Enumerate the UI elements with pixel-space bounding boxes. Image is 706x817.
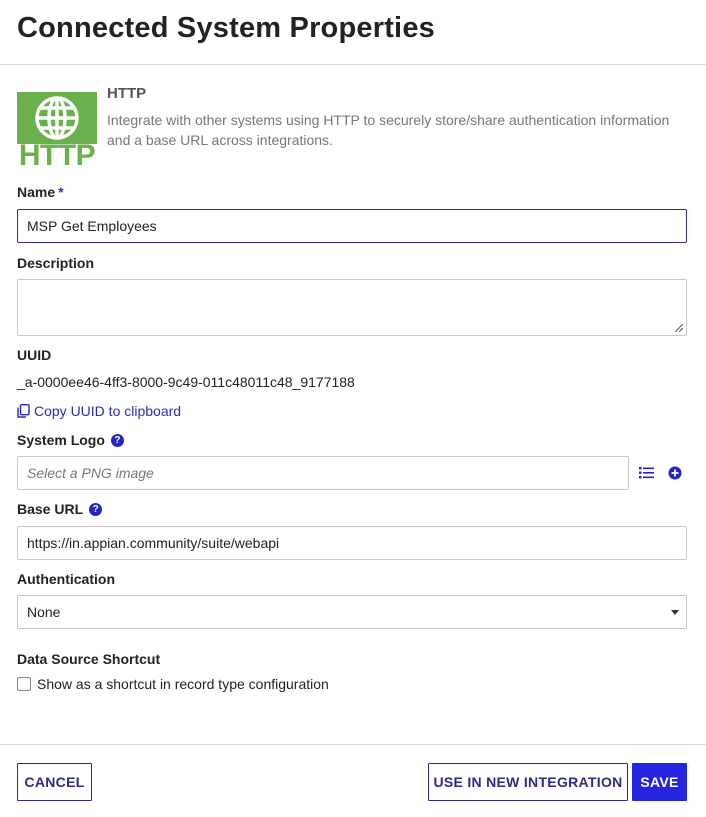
data-source-shortcut-label-text: Data Source Shortcut: [17, 651, 161, 667]
copy-uuid-label: Copy UUID to clipboard: [34, 403, 182, 419]
copy-icon: [17, 404, 30, 418]
header-divider: [0, 64, 706, 65]
system-logo-placeholder: Select a PNG image: [27, 465, 154, 481]
authentication-label-text: Authentication: [17, 571, 115, 587]
name-input[interactable]: MSP Get Employees: [17, 209, 687, 243]
authentication-value: None: [27, 604, 61, 620]
use-in-new-integration-button[interactable]: USE IN NEW INTEGRATION: [428, 763, 628, 801]
list-icon[interactable]: [639, 465, 654, 480]
copy-uuid-link[interactable]: Copy UUID to clipboard: [17, 403, 181, 419]
chevron-down-icon: [671, 610, 679, 615]
system-logo-label-text: System Logo: [17, 432, 105, 448]
description-label: Description: [17, 255, 94, 271]
shortcut-checkbox[interactable]: [17, 677, 31, 691]
help-icon[interactable]: ?: [110, 433, 124, 447]
save-button[interactable]: SAVE: [632, 763, 687, 801]
name-label: Name *: [17, 184, 64, 200]
base-url-label: Base URL ?: [17, 501, 103, 517]
uuid-label-text: UUID: [17, 347, 52, 363]
uuid-value: _a-0000ee46-4ff3-8000-9c49-011c48011c48_…: [17, 374, 355, 390]
system-logo-input[interactable]: Select a PNG image: [17, 456, 629, 490]
system-logo-label: System Logo ?: [17, 432, 124, 448]
data-source-shortcut-label: Data Source Shortcut: [17, 651, 160, 667]
system-name: HTTP: [107, 85, 147, 102]
help-icon[interactable]: ?: [89, 502, 103, 516]
description-label-text: Description: [17, 255, 95, 271]
authentication-label: Authentication: [17, 571, 115, 587]
description-textarea[interactable]: [17, 279, 687, 336]
shortcut-checkbox-row[interactable]: Show as a shortcut in record type config…: [17, 676, 329, 692]
name-label-text: Name: [17, 184, 56, 200]
base-url-input[interactable]: https://in.appian.community/suite/webapi: [17, 526, 687, 560]
shortcut-checkbox-label: Show as a shortcut in record type config…: [37, 676, 329, 692]
base-url-label-text: Base URL: [17, 501, 84, 517]
required-marker: *: [58, 184, 64, 200]
cancel-button[interactable]: CANCEL: [17, 763, 92, 801]
name-input-value: MSP Get Employees: [27, 218, 157, 234]
http-logo: HTTP: [17, 92, 97, 172]
system-description: Integrate with other systems using HTTP …: [107, 112, 670, 148]
logo-text: HTTP: [18, 139, 96, 172]
add-circle-icon[interactable]: [668, 466, 682, 480]
uuid-label: UUID: [17, 347, 51, 363]
base-url-value: https://in.appian.community/suite/webapi: [27, 535, 280, 551]
footer-divider: [0, 744, 706, 745]
globe-icon: [17, 92, 97, 144]
dialog-title: Connected System Properties: [17, 12, 435, 44]
resize-grip-icon[interactable]: [674, 323, 683, 332]
authentication-select[interactable]: None: [17, 595, 687, 629]
